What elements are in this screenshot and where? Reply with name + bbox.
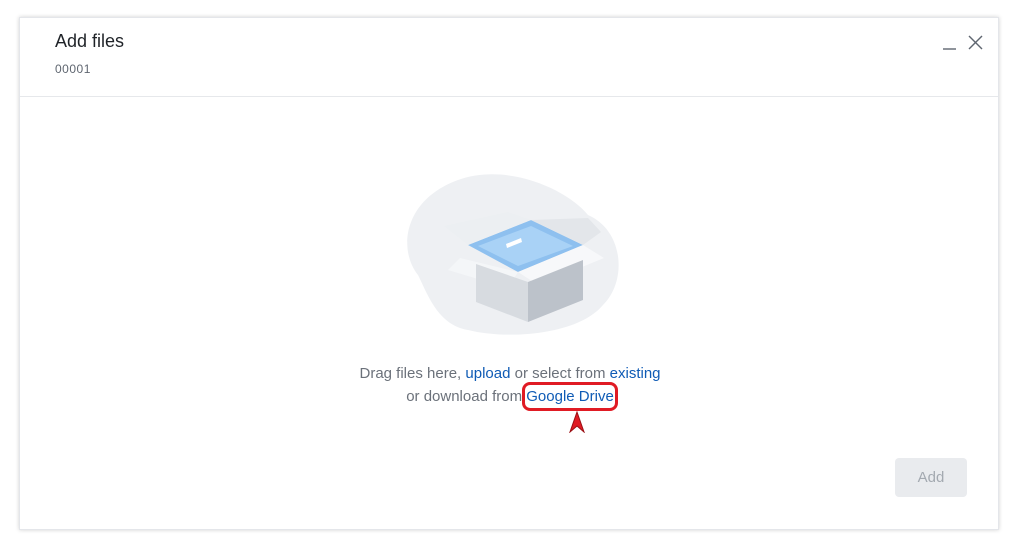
open-box-icon [398, 170, 624, 340]
dropzone-text-download: or download from [406, 388, 527, 405]
existing-link[interactable]: existing [610, 365, 661, 382]
add-button[interactable]: Add [895, 458, 967, 497]
dialog-subtitle: 00001 [55, 62, 91, 76]
dropzone-line-1: Drag files here, upload or select from e… [20, 362, 1000, 385]
dialog-title: Add files [55, 31, 125, 51]
dropzone-line-2: or download from Google Drive [20, 382, 1000, 411]
dialog-header: Add files 00001 [20, 18, 998, 97]
close-button[interactable] [965, 32, 987, 54]
close-icon [968, 35, 983, 50]
google-drive-link[interactable]: Google Drive [526, 388, 614, 405]
minimize-icon [943, 48, 956, 50]
add-files-dialog: Add files 00001 Drag files here, upload … [19, 17, 999, 530]
dropzone-text-prefix: Drag files here, [359, 365, 466, 382]
dropzone-instructions: Drag files here, upload or select from e… [20, 362, 1000, 411]
minimize-button[interactable] [940, 32, 962, 54]
arrow-annotation-icon [569, 411, 585, 433]
upload-link[interactable]: upload [465, 365, 510, 382]
dropzone-text-middle: or select from [510, 365, 610, 382]
google-drive-link-wrapper: Google Drive [522, 382, 618, 411]
